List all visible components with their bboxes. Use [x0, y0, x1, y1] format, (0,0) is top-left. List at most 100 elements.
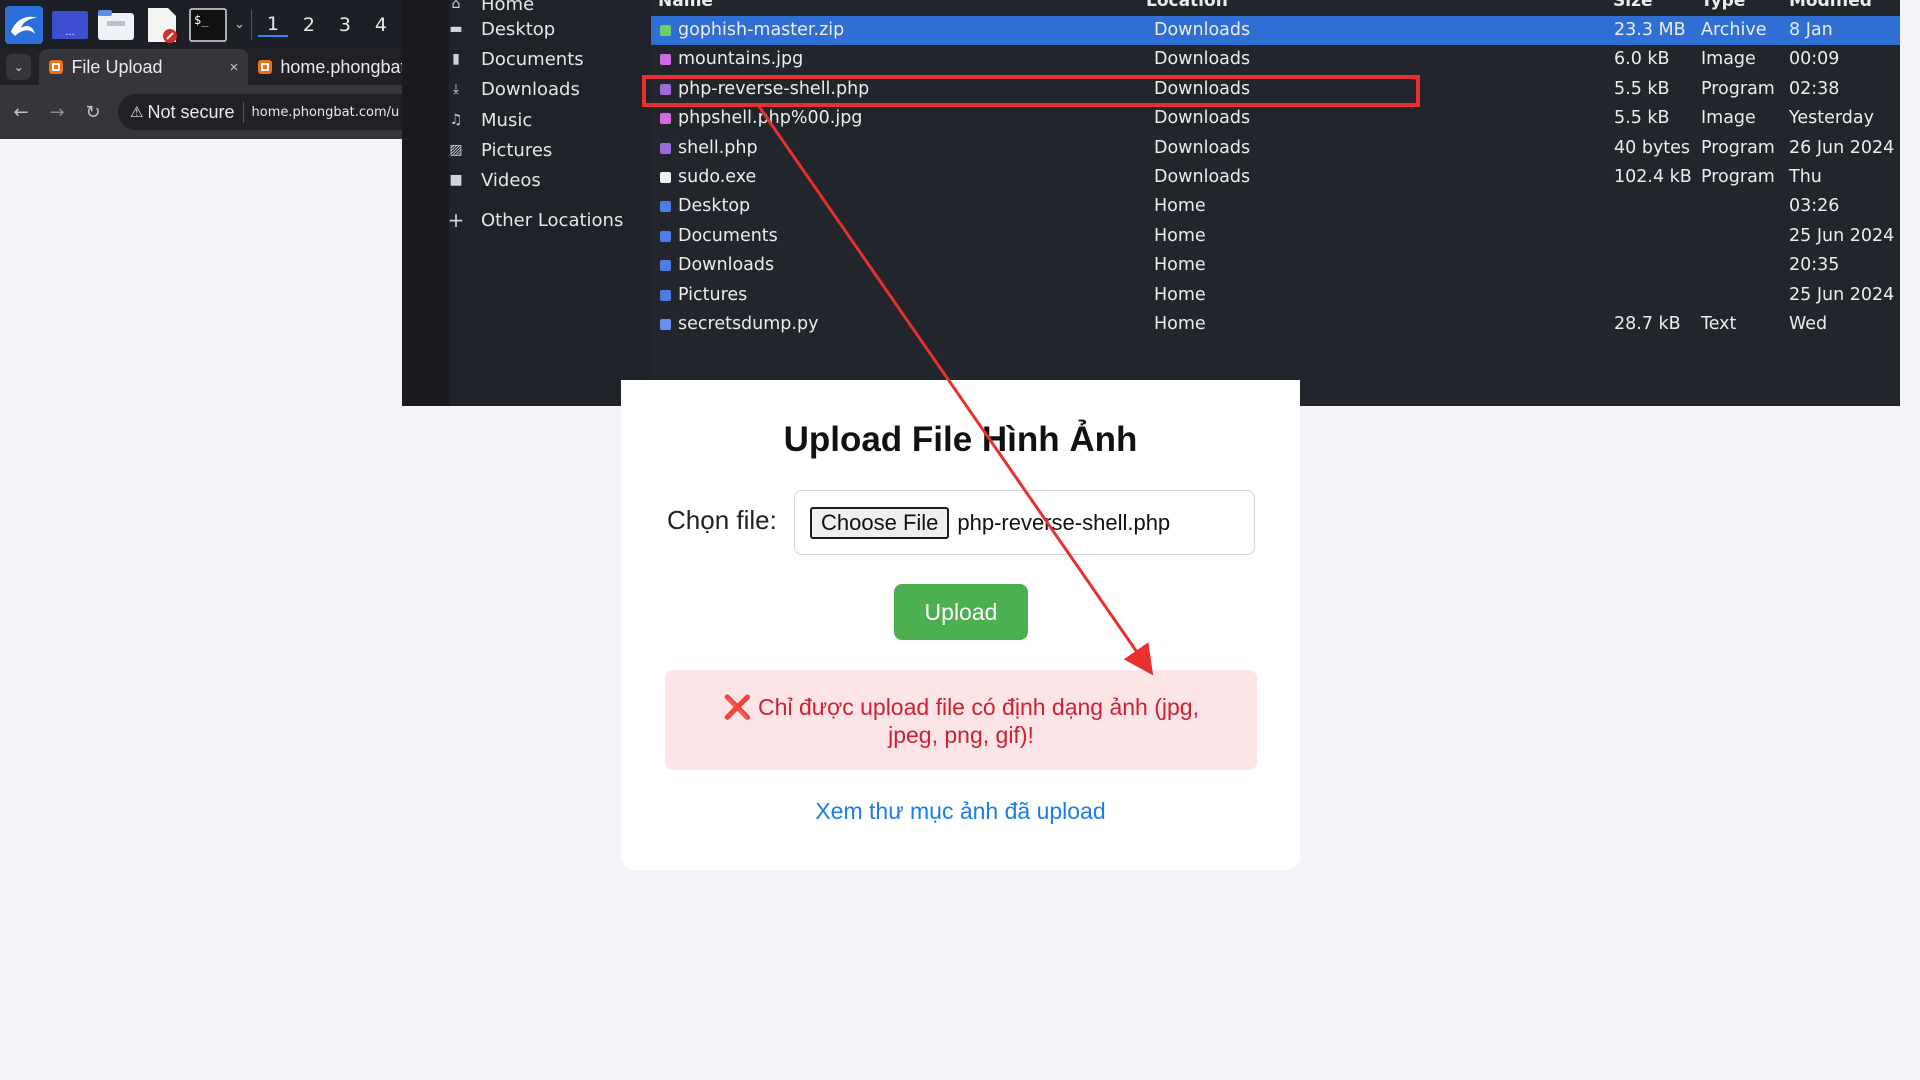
file-location: Downloads [1154, 20, 1251, 40]
chosen-file-name: php-reverse-shell.php [957, 509, 1171, 535]
file-name: Desktop [678, 196, 751, 217]
desktop-icon: ▬ [449, 21, 463, 37]
file-name: phpshell.php%00.jpg [678, 108, 863, 129]
file-modified: Yesterday [1789, 108, 1874, 129]
file-modified: 00:09 [1789, 49, 1840, 70]
error-message: Chỉ được upload file có định dạng ảnh (j… [758, 694, 1199, 748]
tab-home-phongbat[interactable]: home.phongbat [248, 49, 402, 85]
omnibox[interactable]: ⚠ Not secure home.phongbat.com/u [118, 94, 402, 130]
view-uploads-link[interactable]: Xem thư mục ảnh đã upload [621, 798, 1300, 825]
file-row[interactable]: gophish-master.zip Downloads 23.3 MB Archiv… [651, 16, 1900, 45]
file-location: Downloads [1154, 167, 1251, 187]
error-alert: ❌ Chỉ được upload file có định dạng ảnh … [665, 670, 1257, 770]
plus-icon: + [447, 208, 465, 232]
close-tab-icon[interactable]: × [230, 59, 239, 76]
file-chooser-dialog: ⌂ Home ▬ Desktop ▮ Documents ⤓ Downloads… [402, 0, 1900, 406]
url-text[interactable]: home.phongbat.com/u [252, 105, 400, 120]
tab-search-chevron-icon[interactable]: ⌄ [6, 54, 32, 80]
file-modified: 03:26 [1789, 196, 1840, 217]
file-modified: 25 Jun 2024 [1789, 284, 1895, 305]
security-indicator[interactable]: ⚠ Not secure [130, 101, 244, 123]
workspace-2[interactable]: 2 [294, 14, 324, 36]
not-secure-label: Not secure [147, 101, 235, 122]
folder-icon [660, 260, 671, 272]
choose-file-button[interactable]: Choose File [810, 506, 950, 539]
places-strip [402, 0, 449, 406]
php-icon [660, 142, 671, 154]
workspace-4[interactable]: 4 [366, 14, 396, 36]
places-sidebar: ⌂ Home ▬ Desktop ▮ Documents ⤓ Downloads… [448, 0, 651, 406]
file-modified: 02:38 [1789, 78, 1840, 99]
file-type: Text [1701, 314, 1737, 334]
file-type: Program [1701, 167, 1775, 187]
file-name: Downloads [678, 255, 775, 276]
file-size: 28.7 kB [1614, 314, 1681, 334]
terminal-icon[interactable]: $_ [188, 5, 228, 45]
file-input[interactable]: Choose File php-reverse-shell.php [794, 490, 1255, 555]
file-size: 102.4 kB [1614, 167, 1692, 187]
column-header-type[interactable]: Type [1701, 0, 1745, 11]
file-list: Name Location Size Type Modified gophish… [651, 0, 1900, 406]
forward-arrow-icon[interactable]: → [46, 102, 68, 123]
image-icon [660, 54, 671, 66]
file-row[interactable]: shell.php Downloads 40 bytes Program 26 Jun … [651, 134, 1900, 163]
column-header-location[interactable]: Location [1146, 0, 1228, 11]
file-location: Home [1154, 284, 1206, 305]
file-modified: 25 Jun 2024 [1789, 225, 1895, 246]
sidebar-item-documents[interactable]: ▮ Documents [452, 46, 584, 72]
file-row[interactable]: Pictures Home 25 Jun 2024 [651, 281, 1900, 310]
sidebar-item-videos[interactable]: ■ Videos [449, 167, 540, 193]
back-arrow-icon[interactable]: ← [10, 102, 32, 123]
tab-file-upload[interactable]: File Upload × [39, 49, 249, 85]
document-icon: ▮ [452, 51, 460, 67]
upload-button[interactable]: Upload [894, 584, 1028, 640]
download-icon: ⤓ [452, 81, 460, 97]
file-row[interactable]: Downloads Home 20:35 [651, 251, 1900, 280]
file-type: Image [1701, 49, 1756, 70]
kali-menu-icon[interactable] [4, 5, 44, 45]
sidebar-item-pictures[interactable]: ▨ Pictures [449, 137, 552, 163]
file-modified: 26 Jun 2024 [1789, 137, 1895, 158]
file-name: Pictures [678, 284, 748, 305]
reload-icon[interactable]: ↻ [82, 102, 104, 123]
sidebar-item-other-locations[interactable]: + Other Locations [448, 207, 624, 233]
file-type: Archive [1701, 20, 1767, 40]
sidebar-item-home[interactable]: ⌂ Home [452, 0, 535, 17]
text-editor-icon[interactable] [142, 5, 182, 45]
svg-text:$_: $_ [194, 13, 209, 27]
address-bar: ← → ↻ ⚠ Not secure home.phongbat.com/u [0, 85, 402, 139]
taskbar: ... $_ ⌄ 1 2 3 4 [0, 0, 402, 49]
file-name: gophish-master.zip [678, 20, 845, 40]
file-row[interactable]: secretsdump.py Home 28.7 kB Text Wed [651, 310, 1900, 339]
workspace-1[interactable]: 1 [257, 13, 288, 37]
file-row[interactable]: Documents Home 25 Jun 2024 [651, 222, 1900, 251]
sidebar-item-music[interactable]: ♫ Music [450, 107, 533, 133]
svg-text:...: ... [65, 27, 75, 38]
file-location: Home [1154, 225, 1206, 246]
taskbar-separator [250, 9, 252, 40]
tab-title: home.phongbat [280, 56, 402, 77]
file-modified: Thu [1789, 167, 1822, 187]
file-location: Home [1154, 314, 1206, 334]
file-row[interactable]: sudo.exe Downloads 102.4 kB Program Thu [651, 163, 1900, 192]
file-type: Program [1701, 137, 1775, 158]
file-manager-icon[interactable] [96, 5, 136, 45]
column-header-name[interactable]: Name [658, 0, 713, 11]
image-icon [660, 113, 671, 125]
window-switcher-icon[interactable]: ... [50, 5, 90, 45]
sidebar-item-desktop[interactable]: ▬ Desktop [449, 16, 555, 42]
file-name: mountains.jpg [678, 49, 804, 70]
file-row[interactable]: Desktop Home 03:26 [651, 192, 1900, 221]
file-row[interactable]: mountains.jpg Downloads 6.0 kB Image 00:09 [651, 45, 1900, 74]
column-header-size[interactable]: Size [1613, 0, 1653, 11]
chevron-down-icon[interactable]: ⌄ [234, 17, 245, 32]
tab-title: File Upload [71, 56, 163, 77]
xampp-favicon-icon [258, 60, 273, 74]
file-row[interactable]: phpshell.php%00.jpg Downloads 5.5 kB Image Y… [651, 104, 1900, 133]
sidebar-item-downloads[interactable]: ⤓ Downloads [453, 76, 580, 102]
column-header-modified[interactable]: Modified [1789, 0, 1872, 11]
page-title: Upload File Hình Ảnh [783, 420, 1138, 459]
workspace-3[interactable]: 3 [330, 14, 360, 36]
home-icon: ⌂ [451, 0, 461, 12]
file-name: sudo.exe [678, 167, 757, 187]
